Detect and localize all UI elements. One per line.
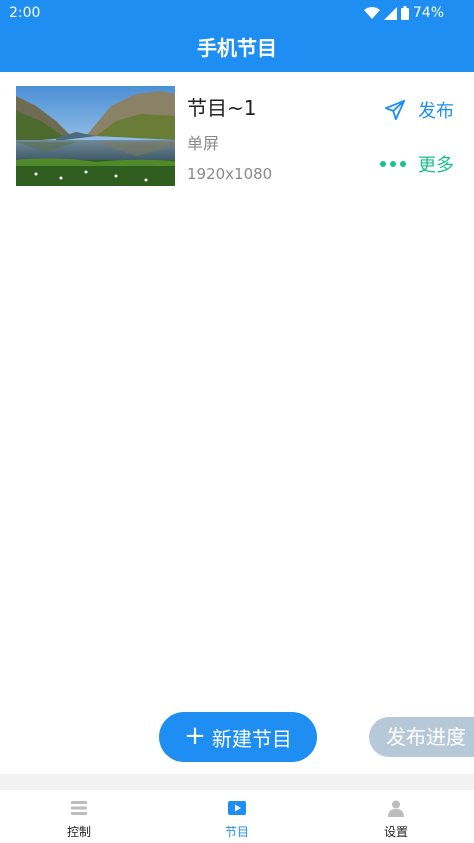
user-icon bbox=[388, 800, 404, 817]
bottom-divider bbox=[0, 774, 474, 790]
program-mode: 单屏 bbox=[187, 134, 220, 153]
cell-signal-icon bbox=[383, 6, 397, 20]
publish-progress-label: 发布进度 bbox=[386, 725, 466, 749]
status-bar: 2:00 74% bbox=[0, 0, 474, 26]
publish-progress-button[interactable]: 发布进度 bbox=[369, 717, 474, 757]
app-bar: 手机节目 bbox=[0, 26, 474, 72]
nav-label-settings: 设置 bbox=[383, 825, 408, 839]
new-program-button[interactable]: + 新建节目 bbox=[159, 712, 317, 762]
play-icon bbox=[228, 801, 246, 815]
nav-item-programs[interactable]: 节目 bbox=[197, 798, 277, 840]
send-icon bbox=[384, 99, 406, 121]
more-button[interactable]: 更多 bbox=[380, 151, 454, 177]
nav-item-control[interactable]: 控制 bbox=[39, 798, 119, 840]
landscape-image bbox=[16, 86, 175, 186]
battery-percent: 74% bbox=[412, 5, 444, 21]
program-resolution: 1920x1080 bbox=[187, 165, 273, 183]
page-title: 手机节目 bbox=[197, 36, 277, 60]
nav-label-control: 控制 bbox=[66, 825, 91, 839]
battery-icon bbox=[400, 6, 409, 20]
program-name: 节目~1 bbox=[187, 96, 257, 120]
nav-item-settings[interactable]: 设置 bbox=[356, 798, 436, 840]
bottom-nav: 控制 节目 设置 bbox=[0, 790, 474, 843]
more-label: 更多 bbox=[418, 155, 454, 176]
plus-icon: + bbox=[184, 721, 206, 751]
new-program-label: 新建节目 bbox=[211, 726, 292, 751]
publish-button[interactable]: 发布 bbox=[384, 97, 454, 123]
nav-label-programs: 节目 bbox=[224, 825, 249, 839]
program-thumbnail[interactable] bbox=[16, 86, 175, 186]
status-icons: 74% bbox=[363, 5, 444, 21]
wifi-icon bbox=[363, 6, 380, 19]
list-icon bbox=[71, 801, 87, 815]
program-card[interactable]: 节目~1 单屏 1920x1080 发布 更多 bbox=[16, 86, 462, 188]
status-time: 2:00 bbox=[9, 5, 41, 21]
more-dots-icon bbox=[380, 161, 406, 167]
publish-label: 发布 bbox=[418, 101, 454, 122]
